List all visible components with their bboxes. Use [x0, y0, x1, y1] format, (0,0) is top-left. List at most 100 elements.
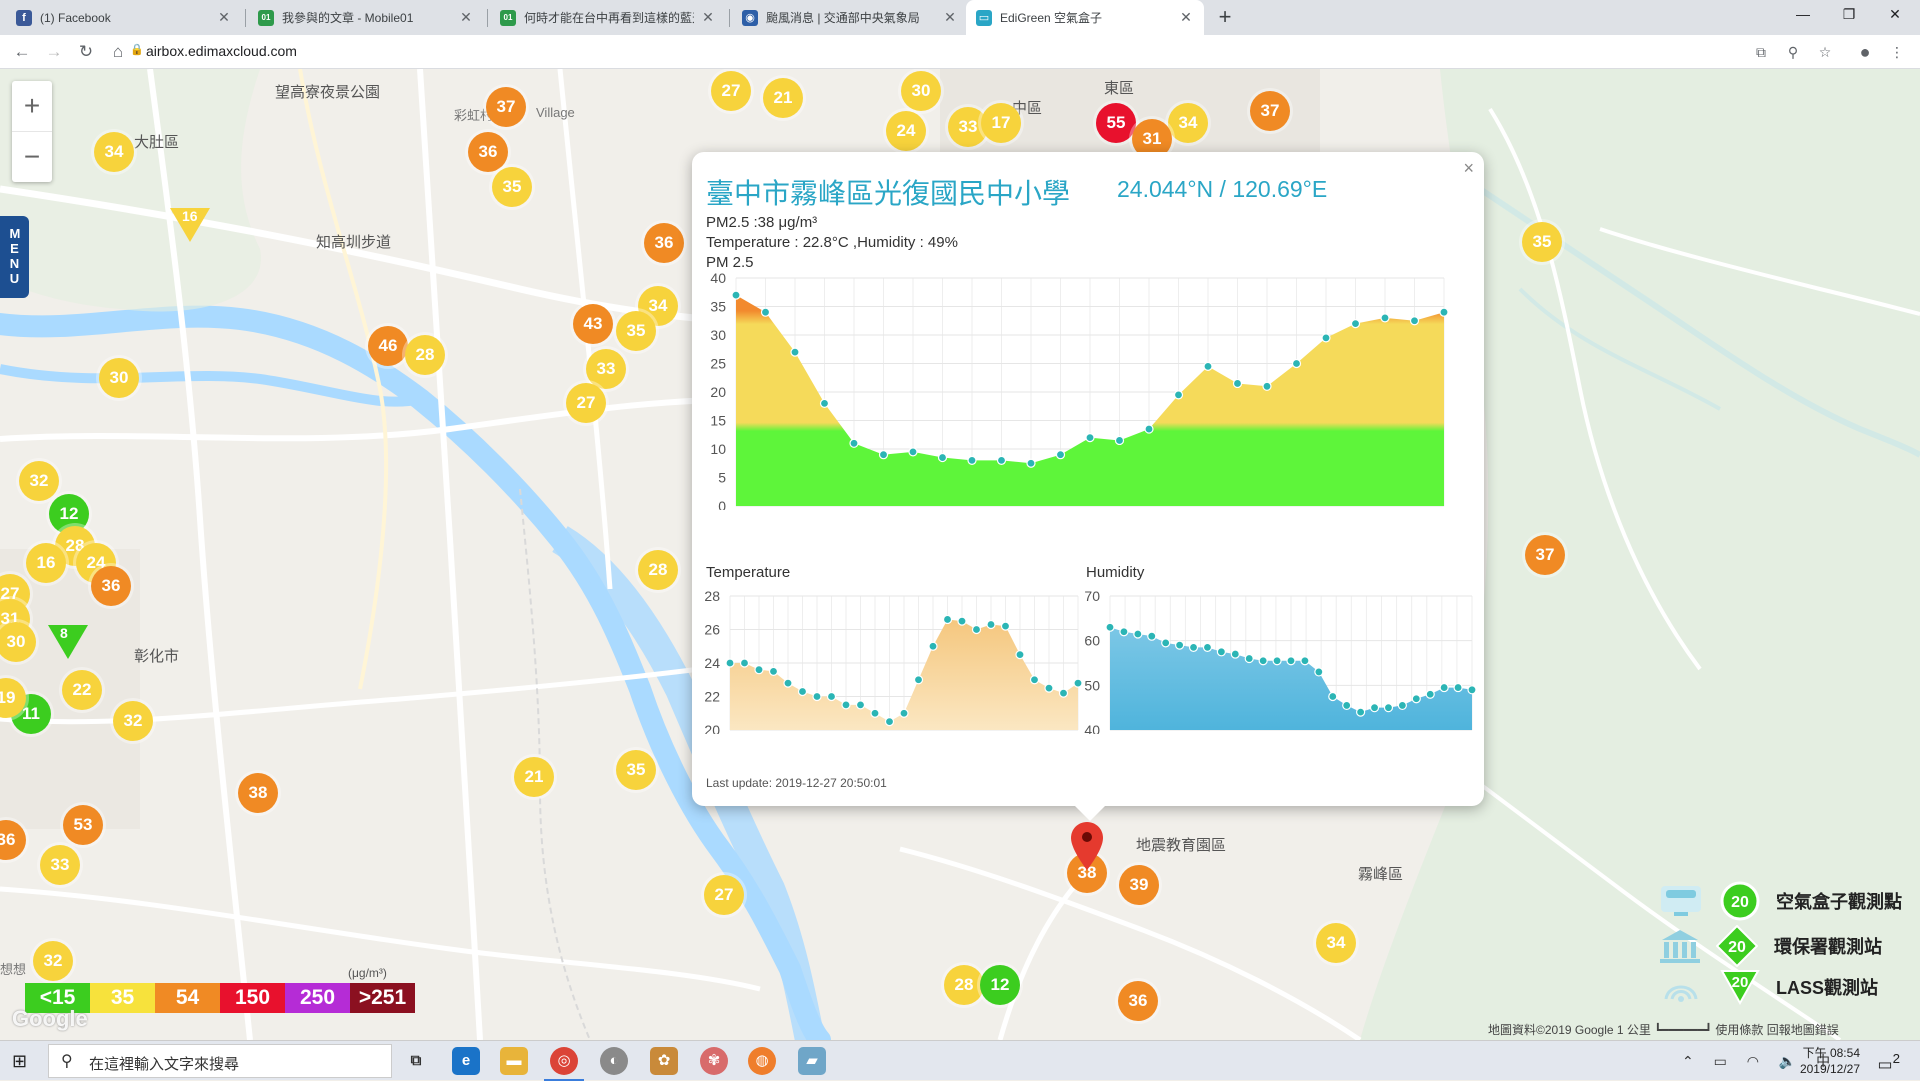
sensor-marker[interactable]: 37	[1250, 91, 1290, 131]
sensor-marker[interactable]: 33	[40, 845, 80, 885]
sensor-marker[interactable]: 32	[113, 701, 153, 741]
data-point	[942, 614, 953, 625]
sensor-marker[interactable]: 36	[91, 566, 131, 606]
notification-count: 2	[1892, 1051, 1900, 1066]
close-icon[interactable]: ✕	[700, 9, 716, 26]
sensor-marker[interactable]: 22	[62, 670, 102, 710]
tab-edigreen[interactable]: ▭ EdiGreen 空氣盒子 ✕	[966, 0, 1204, 35]
sensor-marker[interactable]: 28	[638, 550, 678, 590]
legend-label: 空氣盒子觀測點	[1776, 892, 1902, 912]
maximize-button[interactable]: ❐	[1826, 0, 1872, 30]
close-icon[interactable]: ✕	[942, 9, 958, 26]
sensor-marker[interactable]: 36	[644, 223, 684, 263]
app-icon[interactable]: ✾	[700, 1047, 728, 1075]
new-tab-button[interactable]: +	[1212, 5, 1238, 31]
sensor-marker[interactable]: 27	[566, 383, 606, 423]
zoom-in-button[interactable]: +	[12, 81, 52, 131]
tab-mobile01-bluesky[interactable]: 01 何時才能在台中再看到這樣的藍天 ✕	[490, 0, 726, 35]
sensor-marker[interactable]: 36	[1118, 981, 1158, 1021]
more-menu-icon[interactable]: ⋮	[1886, 41, 1908, 63]
clock-date: 2019/12/27	[1799, 1062, 1860, 1076]
sensor-marker[interactable]: 28	[944, 965, 984, 1005]
edge-icon[interactable]: e	[452, 1047, 480, 1075]
sensor-marker[interactable]: 16	[26, 543, 66, 583]
location-pin-icon[interactable]	[1071, 822, 1103, 870]
airbox-device-icon	[1661, 886, 1701, 916]
lock-icon[interactable]: 🔒	[130, 43, 144, 56]
zoom-icon[interactable]: ⚲	[1782, 41, 1804, 63]
sensor-marker[interactable]: 34	[1168, 103, 1208, 143]
sensor-marker[interactable]: 21	[763, 78, 803, 118]
window-close-button[interactable]: ✕	[1872, 0, 1918, 30]
sensor-marker[interactable]: 35	[1522, 222, 1562, 262]
sensor-marker[interactable]: 38	[238, 773, 278, 813]
chrome-icon[interactable]: ◎	[544, 1047, 584, 1081]
translate-icon[interactable]: ⧉	[1750, 41, 1772, 63]
sensor-marker[interactable]: 43	[573, 304, 613, 344]
sensor-marker[interactable]: 37	[1525, 535, 1565, 575]
tab-cwb[interactable]: ◉ 颱風消息 | 交通部中央氣象局 ✕	[732, 0, 968, 35]
app-icon[interactable]: ◐	[600, 1047, 628, 1075]
profile-icon[interactable]: ●	[1854, 41, 1876, 63]
app-icon[interactable]: ✿	[650, 1047, 678, 1075]
sensor-marker[interactable]: 39	[1119, 865, 1159, 905]
close-icon[interactable]: ✕	[1178, 9, 1194, 26]
sensor-marker[interactable]: 27	[711, 71, 751, 111]
zoom-out-button[interactable]: −	[12, 132, 52, 182]
sensor-marker[interactable]: 53	[63, 805, 103, 845]
tab-mobile01-articles[interactable]: 01 我參與的文章 - Mobile01 ✕	[248, 0, 484, 35]
sensor-marker[interactable]: 32	[33, 941, 73, 981]
close-icon[interactable]: ✕	[216, 9, 232, 26]
google-logo: Google	[12, 1006, 88, 1031]
station-coordinates: 24.044°N / 120.69°E	[1117, 176, 1328, 202]
task-view-icon[interactable]: ⧉	[402, 1047, 430, 1075]
notification-icon[interactable]: ▭2	[1877, 1051, 1900, 1074]
sensor-marker[interactable]: 36	[468, 132, 508, 172]
sensor-marker[interactable]: 46	[368, 326, 408, 366]
legend-value: 20	[1731, 894, 1749, 911]
home-icon[interactable]: ⌂	[106, 40, 130, 64]
sensor-marker[interactable]: 30	[99, 358, 139, 398]
y-tick-label: 22	[704, 689, 720, 705]
file-explorer-icon[interactable]: ▬	[500, 1047, 528, 1075]
close-icon[interactable]: ✕	[458, 9, 474, 26]
sensor-marker[interactable]: 34	[1316, 923, 1356, 963]
sensor-marker[interactable]: 32	[19, 461, 59, 501]
sensor-marker[interactable]: 55	[1096, 103, 1136, 143]
sensor-marker[interactable]: 28	[405, 335, 445, 375]
clock[interactable]: 下午 08:54 2019/12/27	[1800, 1045, 1860, 1077]
data-point	[1380, 313, 1390, 323]
app-icon[interactable]: ◍	[748, 1047, 776, 1075]
data-point	[884, 717, 895, 727]
sensor-marker[interactable]: 12	[980, 965, 1020, 1005]
sensor-marker[interactable]: 35	[492, 167, 532, 207]
y-tick-label: 0	[718, 498, 726, 510]
reload-icon[interactable]: ↻	[74, 40, 98, 64]
lass-station-marker[interactable]: 16	[170, 208, 210, 242]
sensor-marker[interactable]: 34	[94, 132, 134, 172]
sensor-marker[interactable]: 30	[901, 71, 941, 111]
forward-arrow-icon[interactable]: →	[42, 40, 66, 64]
address-bar[interactable]: airbox.edimaxcloud.com	[146, 43, 297, 59]
menu-tab[interactable]: MENU	[0, 216, 29, 298]
popup-close-button[interactable]: ×	[1463, 158, 1474, 179]
lass-station-marker[interactable]: 8	[48, 625, 88, 659]
back-arrow-icon[interactable]: ←	[10, 40, 34, 64]
tab-facebook[interactable]: f (1) Facebook ✕	[6, 0, 242, 35]
sensor-marker[interactable]: 21	[514, 757, 554, 797]
data-point	[1173, 390, 1184, 400]
bookmark-star-icon[interactable]: ☆	[1814, 41, 1836, 63]
sensor-marker[interactable]: 24	[886, 111, 926, 151]
map-attribution[interactable]: 地圖資料©2019 Google 1 公里 ┗━━━━━━┛ 使用條款 回報地圖…	[1488, 1021, 1839, 1038]
app-icon[interactable]: ▰	[798, 1047, 826, 1075]
minimize-button[interactable]: —	[1780, 0, 1826, 30]
taskbar-search-box[interactable]: ⚲ 在這裡輸入文字來搜尋	[48, 1044, 392, 1078]
y-tick-label: 60	[1084, 633, 1100, 649]
data-point	[1411, 694, 1421, 704]
sensor-marker[interactable]: 37	[486, 87, 526, 127]
sensor-marker[interactable]: 35	[616, 311, 656, 351]
sensor-marker[interactable]: 35	[616, 750, 656, 790]
sensor-marker[interactable]: 27	[704, 875, 744, 915]
sensor-marker[interactable]: 17	[981, 103, 1021, 143]
windows-start-icon[interactable]: ⊞	[12, 1051, 27, 1072]
